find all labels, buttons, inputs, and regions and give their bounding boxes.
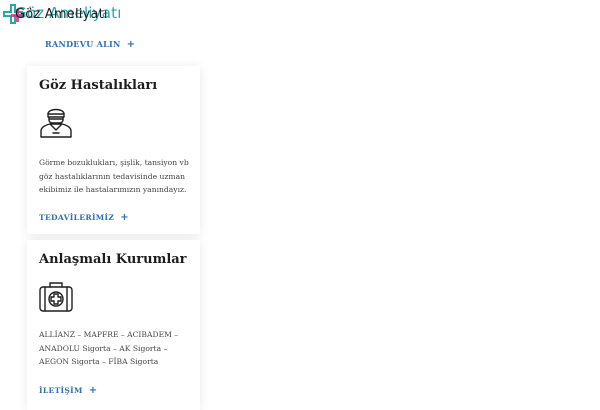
doctor-icon bbox=[40, 108, 72, 138]
card-title: Anlaşmalı Kurumlar bbox=[39, 252, 187, 267]
treatments-link[interactable]: TEDAVİLERİMİZ + bbox=[39, 212, 129, 223]
contact-link[interactable]: İLETİŞİM + bbox=[39, 385, 97, 396]
plus-icon: + bbox=[126, 39, 136, 50]
contact-link-label: İLETİŞİM bbox=[39, 386, 83, 395]
plus-icon: + bbox=[88, 385, 98, 396]
service-card-insurance: Anlaşmalı Kurumlar ALLİANZ – MAPFRE – AC… bbox=[27, 240, 200, 410]
service-card-eye-diseases: Göz Hastalıkları Görme bozuklukları, şiş… bbox=[27, 66, 200, 234]
plus-icon: + bbox=[120, 212, 129, 223]
card-description: Görme bozuklukları, şişlik, tansiyon vb … bbox=[39, 158, 189, 194]
appointment-link[interactable]: RANDEVU ALIN + bbox=[45, 39, 135, 50]
logo-text: Göz Ameliyatı bbox=[15, 7, 108, 22]
card-title: Göz Hastalıkları bbox=[39, 78, 158, 93]
appointment-link-label: RANDEVU ALIN bbox=[45, 39, 121, 49]
card-description: ALLİANZ – MAPFRE – ACIBADEM – ANADOLU Si… bbox=[39, 330, 179, 366]
medical-kit-icon bbox=[39, 282, 73, 312]
treatments-link-label: TEDAVİLERİMİZ bbox=[39, 213, 115, 222]
